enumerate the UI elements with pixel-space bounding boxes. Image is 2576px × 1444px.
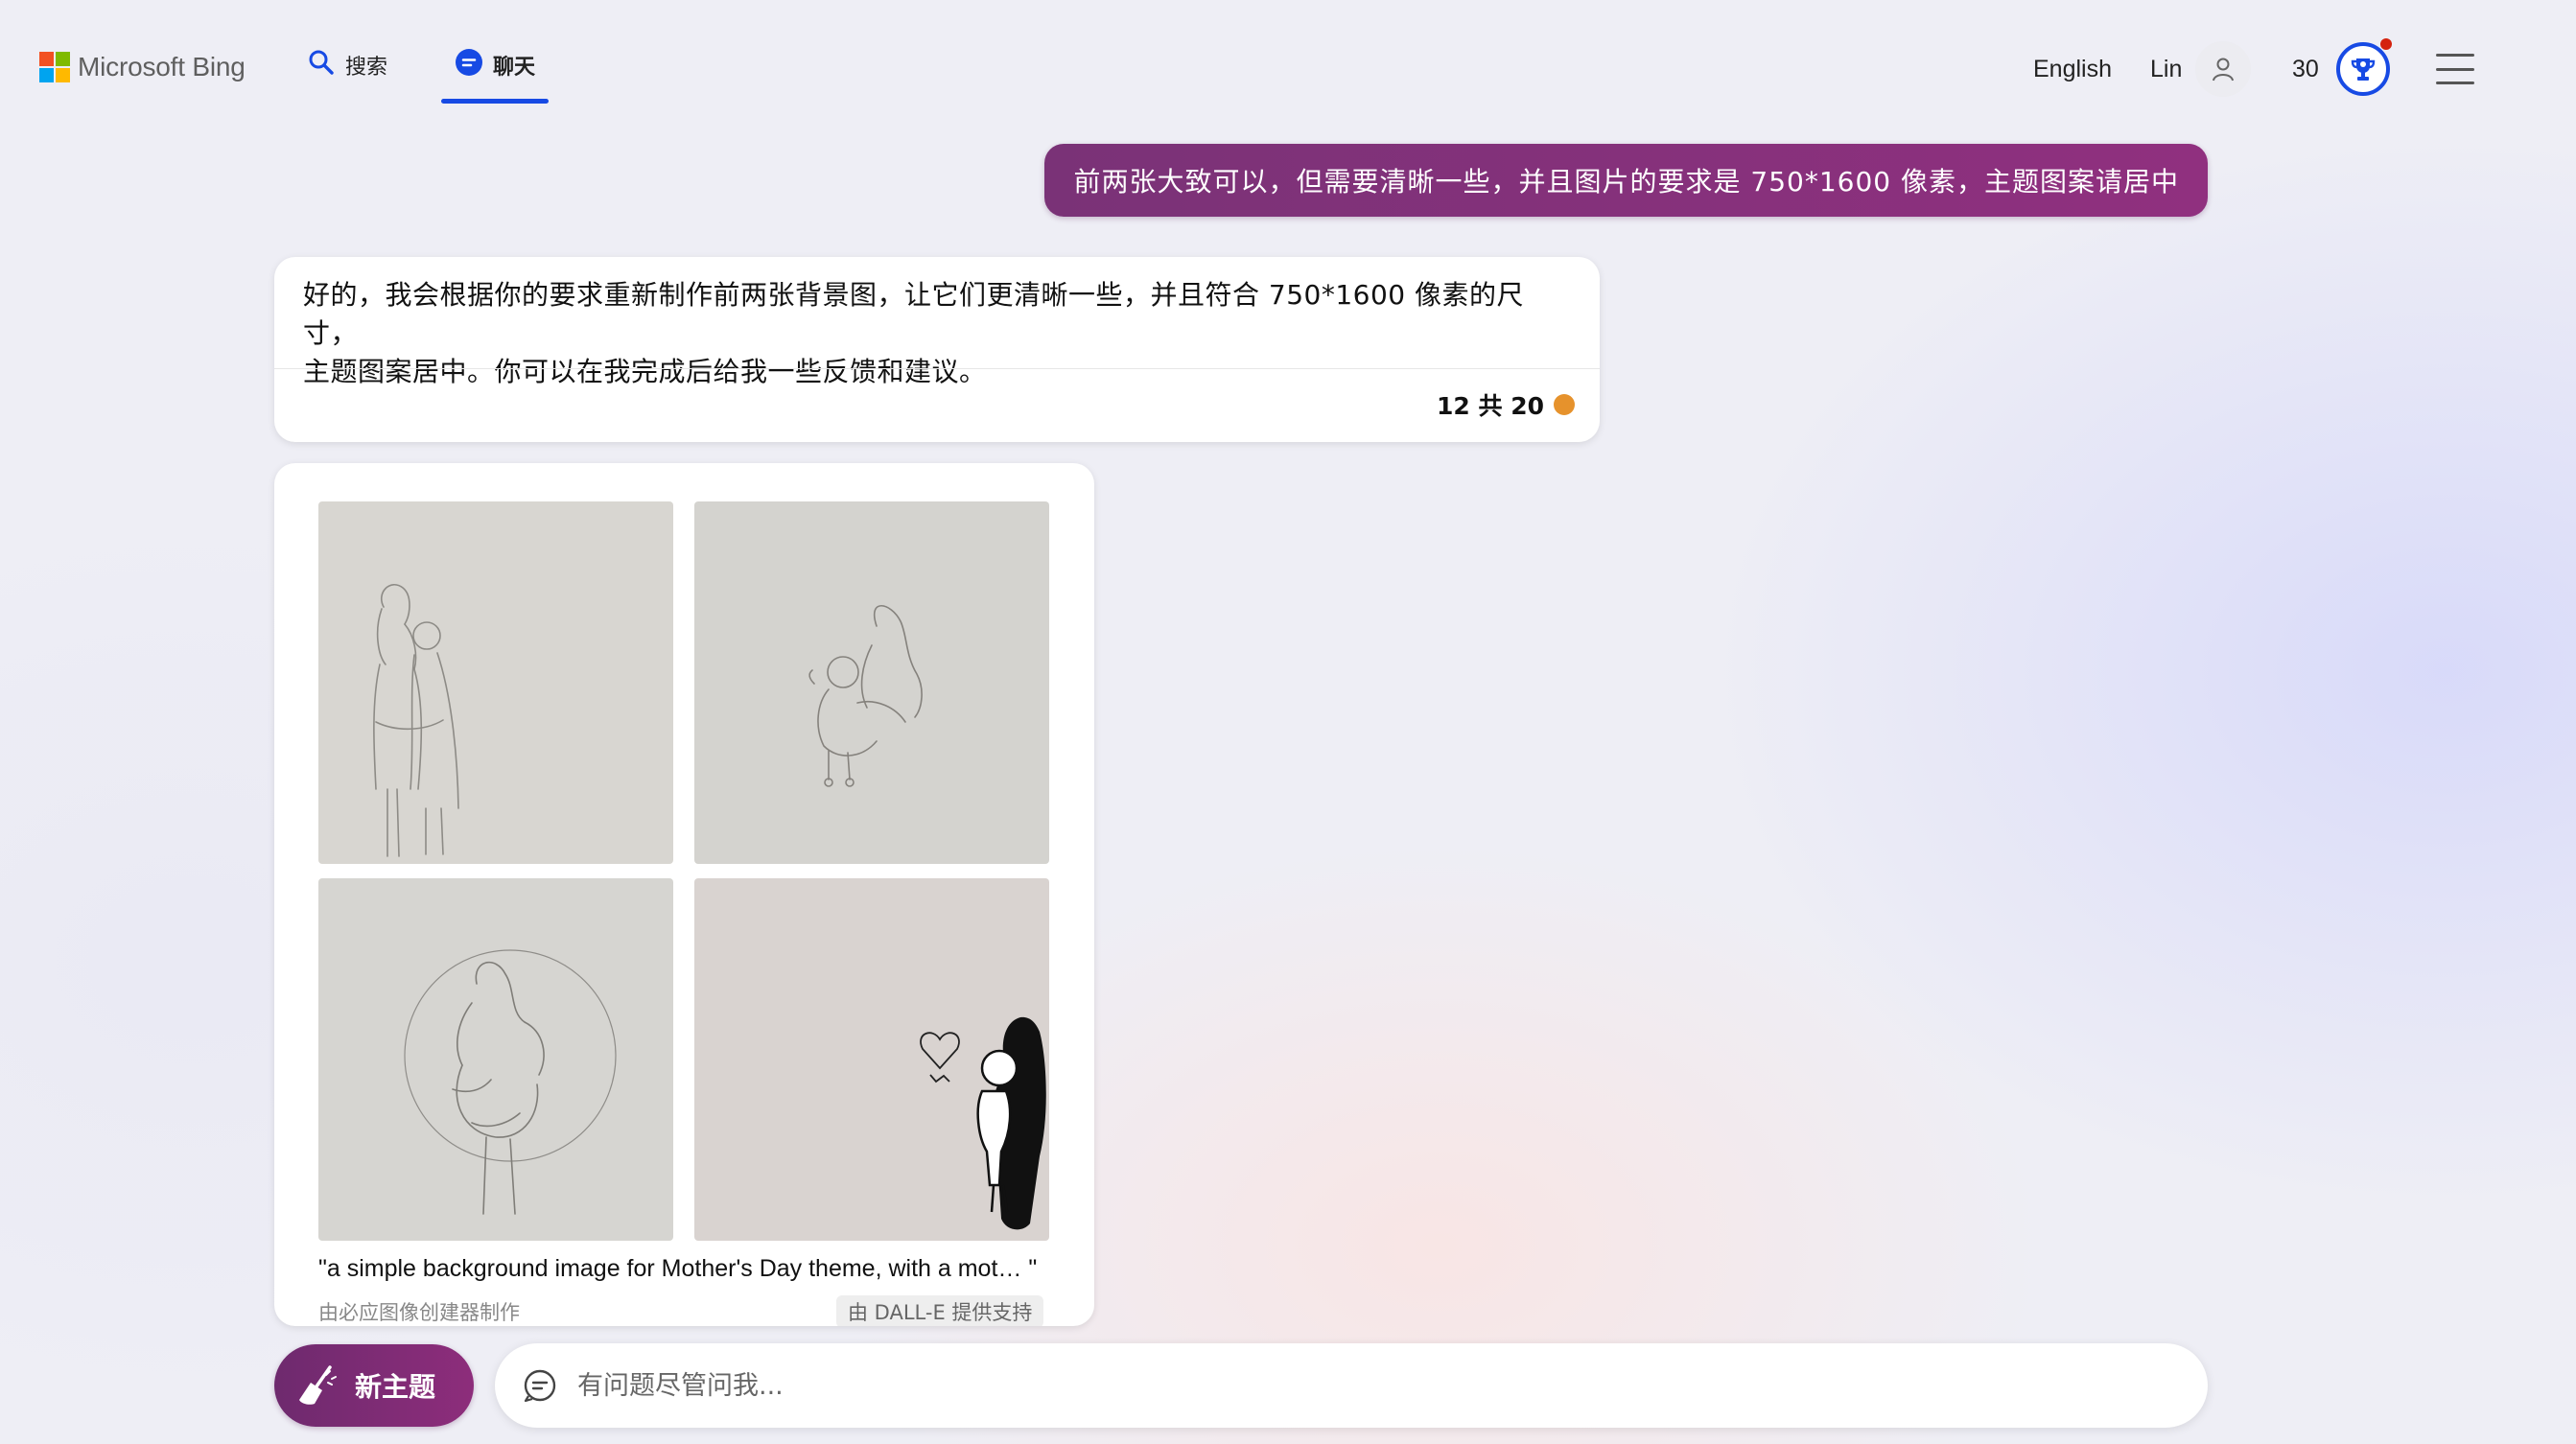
tab-search-label: 搜索 bbox=[345, 56, 388, 80]
chat-icon bbox=[455, 48, 483, 77]
image-prompt-caption: "a simple background image for Mother's … bbox=[318, 1255, 1038, 1282]
new-topic-button[interactable]: 新主题 bbox=[274, 1344, 474, 1427]
divider bbox=[274, 368, 1600, 369]
active-tab-indicator bbox=[441, 99, 550, 104]
hamburger-icon-line bbox=[2436, 54, 2474, 57]
generated-image-3[interactable] bbox=[318, 878, 673, 1241]
generated-image-2[interactable] bbox=[694, 501, 1049, 864]
turn-counter: 12 共 20 bbox=[1437, 387, 1575, 422]
language-switch[interactable]: English bbox=[2033, 38, 2112, 100]
bot-message-line: 好的，我会根据你的要求重新制作前两张背景图，让它们更清晰一些，并且符合 750*… bbox=[303, 279, 1525, 349]
bot-message-line: 主题图案居中。你可以在我完成后给我一些反馈和建议。 bbox=[303, 356, 987, 387]
avatar bbox=[2195, 41, 2252, 97]
broom-icon bbox=[299, 1365, 337, 1405]
rewards-points: 30 bbox=[2292, 55, 2319, 82]
generated-images-card: "a simple background image for Mother's … bbox=[274, 463, 1094, 1326]
user-profile[interactable]: Lin bbox=[2150, 38, 2252, 100]
turn-counter-text: 12 共 20 bbox=[1437, 392, 1544, 420]
menu-button[interactable] bbox=[2436, 54, 2474, 84]
image-grid bbox=[318, 501, 1049, 1249]
microsoft-logo-icon bbox=[39, 52, 70, 82]
top-header: Microsoft Bing 搜索 聊天 English Lin 30 bbox=[0, 0, 2576, 134]
chat-bubble-icon bbox=[524, 1369, 556, 1403]
chat-input-box[interactable] bbox=[495, 1343, 2208, 1428]
image-creator-credit[interactable]: 由必应图像创建器制作 bbox=[318, 1297, 520, 1326]
generated-image-1[interactable] bbox=[318, 501, 673, 864]
tab-chat-label: 聊天 bbox=[493, 56, 536, 80]
rewards[interactable]: 30 bbox=[2292, 38, 2392, 100]
search-icon bbox=[307, 48, 336, 77]
bot-message-bubble: 好的，我会根据你的要求重新制作前两张背景图，让它们更清晰一些，并且符合 750*… bbox=[274, 257, 1600, 442]
trophy-icon bbox=[2335, 38, 2392, 96]
dalle-credit-badge: 由 DALL-E 提供支持 bbox=[836, 1295, 1044, 1326]
bing-logo[interactable]: Microsoft Bing bbox=[39, 52, 246, 82]
user-message-bubble: 前两张大致可以，但需要清晰一些，并且图片的要求是 750*1600 像素，主题图… bbox=[1044, 144, 2208, 217]
chat-input[interactable] bbox=[577, 1370, 2112, 1401]
bot-message-text: 好的，我会根据你的要求重新制作前两张背景图，让它们更清晰一些，并且符合 750*… bbox=[274, 257, 1600, 391]
new-topic-label: 新主题 bbox=[355, 1371, 436, 1403]
generated-image-4[interactable] bbox=[694, 878, 1049, 1241]
person-icon bbox=[2213, 58, 2235, 82]
user-name: Lin bbox=[2150, 55, 2183, 82]
status-orb-icon bbox=[1554, 394, 1575, 415]
tab-chat[interactable]: 聊天 bbox=[441, 48, 550, 104]
brand-name: Microsoft Bing bbox=[78, 52, 246, 82]
hamburger-icon-line bbox=[2436, 67, 2474, 71]
tab-search[interactable]: 搜索 bbox=[307, 50, 387, 104]
hamburger-icon-line bbox=[2436, 82, 2474, 84]
notification-dot bbox=[2379, 38, 2392, 50]
